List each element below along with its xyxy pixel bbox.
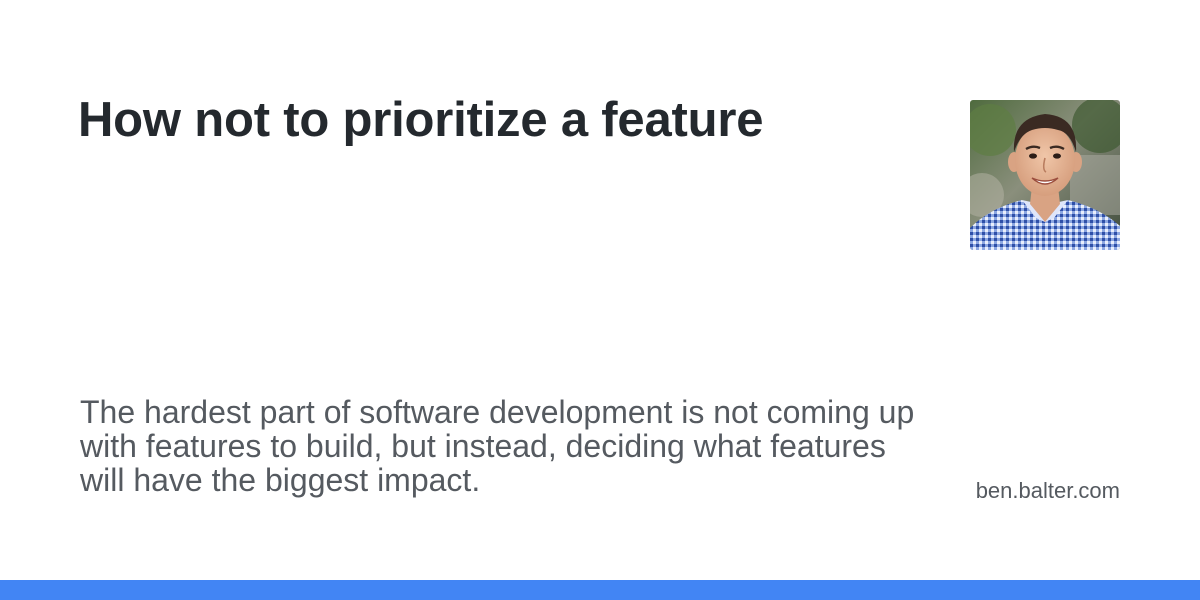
author-photo — [970, 100, 1120, 250]
page-description: The hardest part of software development… — [80, 394, 915, 498]
site-domain: ben.balter.com — [975, 478, 1120, 503]
accent-bar — [0, 580, 1200, 600]
social-card: How not to prioritize a feature The hard… — [0, 0, 1200, 600]
page-title: How not to prioritize a feature — [78, 93, 764, 147]
author-avatar — [970, 100, 1120, 250]
